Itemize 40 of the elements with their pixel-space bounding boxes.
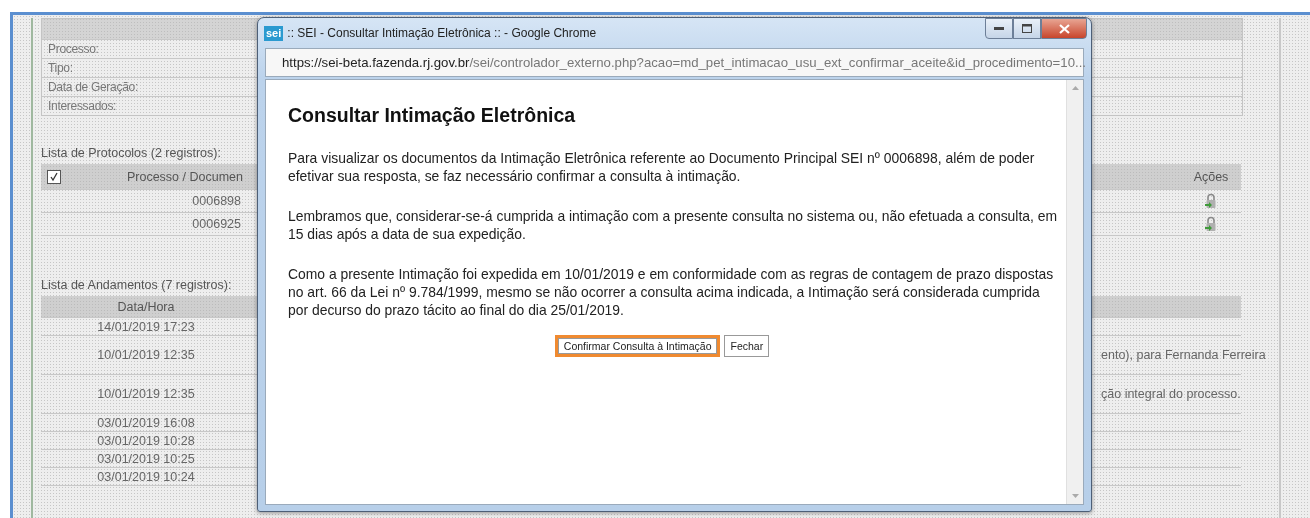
column-header: Processo / Documen	[126, 169, 243, 184]
paragraph: Para visualizar os documentos da Intimação Eletrônica referente ao Documento Principal SEI nº 0006898, além de poder efetivar sua resposta, se faz necessário confirmar a consulta à intimação.	[288, 149, 1036, 185]
paragraph: Lembramos que, considerar-se-á cumprida a intimação com a presente consulta no sistema ou, não efetuada a consulta, em 15 dias após a data de sua expedição.	[288, 207, 1059, 243]
field-label: Tipo:	[48, 61, 73, 75]
table-cell: 10/01/2019 12:35	[97, 348, 195, 362]
table-cell: 10/01/2019 12:35	[97, 387, 195, 401]
scroll-up-icon[interactable]	[1071, 86, 1079, 90]
table-cell: 03/01/2019 10:28	[97, 433, 195, 448]
close-dialog-button[interactable]: Fechar	[724, 335, 770, 357]
table-cell-text: 0006898	[192, 194, 242, 208]
table-cell: ção integral do processo.	[1101, 387, 1241, 401]
table-cell: 03/01/2019 16:08	[97, 415, 195, 430]
minimize-icon	[994, 26, 1004, 31]
section-title: Lista de Andamentos (7 registros):	[41, 278, 232, 292]
close-button[interactable]	[1041, 18, 1087, 39]
select-all-checkbox[interactable]	[47, 169, 61, 184]
close-icon	[1058, 23, 1070, 34]
padlock-icon[interactable]	[1204, 193, 1218, 209]
maximize-button[interactable]	[1013, 18, 1041, 39]
column-header: Data/Hora	[117, 299, 175, 314]
field-label: Data de Geração:	[48, 80, 138, 94]
maximize-icon	[1022, 24, 1032, 33]
table-cell: 03/01/2019 10:24	[97, 469, 195, 484]
table-cell: 03/01/2019 10:25	[97, 451, 195, 466]
window-title: :: SEI - Consultar Intimação Eletrônica :: - Google Chrome	[287, 26, 597, 40]
minimize-button[interactable]	[985, 18, 1013, 39]
scrollbar[interactable]	[1066, 80, 1083, 504]
confirm-button[interactable]: Confirmar Consulta à Intimação	[554, 335, 721, 357]
paragraph: Como a presente Intimação foi expedida em 10/01/2019 e em conformidade com as regras de contagem de prazo dispostas no art. 66 da Lei nº 9.784/1999, mesmo se não ocorrer a consulta acima indicada, a Intimação será considerada cumprida por decurso do prazo tácito ao final do dia 25/01/2019.	[288, 265, 1055, 319]
table-cell-text: 0006925	[192, 217, 242, 231]
column-header: Ações	[1193, 169, 1229, 184]
padlock-icon[interactable]	[1204, 216, 1218, 232]
table-cell: 14/01/2019 17:23	[97, 319, 195, 334]
table-cell: ento), para Fernanda Ferreira	[1101, 348, 1266, 362]
field-label: Interessados:	[48, 99, 117, 113]
app-logo: sei	[264, 25, 284, 41]
dialog-heading: Consultar Intimação Eletrônica	[288, 104, 577, 127]
section-title: Lista de Protocolos (2 registros):	[41, 146, 221, 160]
field-label: Processo:	[48, 42, 99, 56]
scroll-down-icon[interactable]	[1071, 494, 1079, 498]
